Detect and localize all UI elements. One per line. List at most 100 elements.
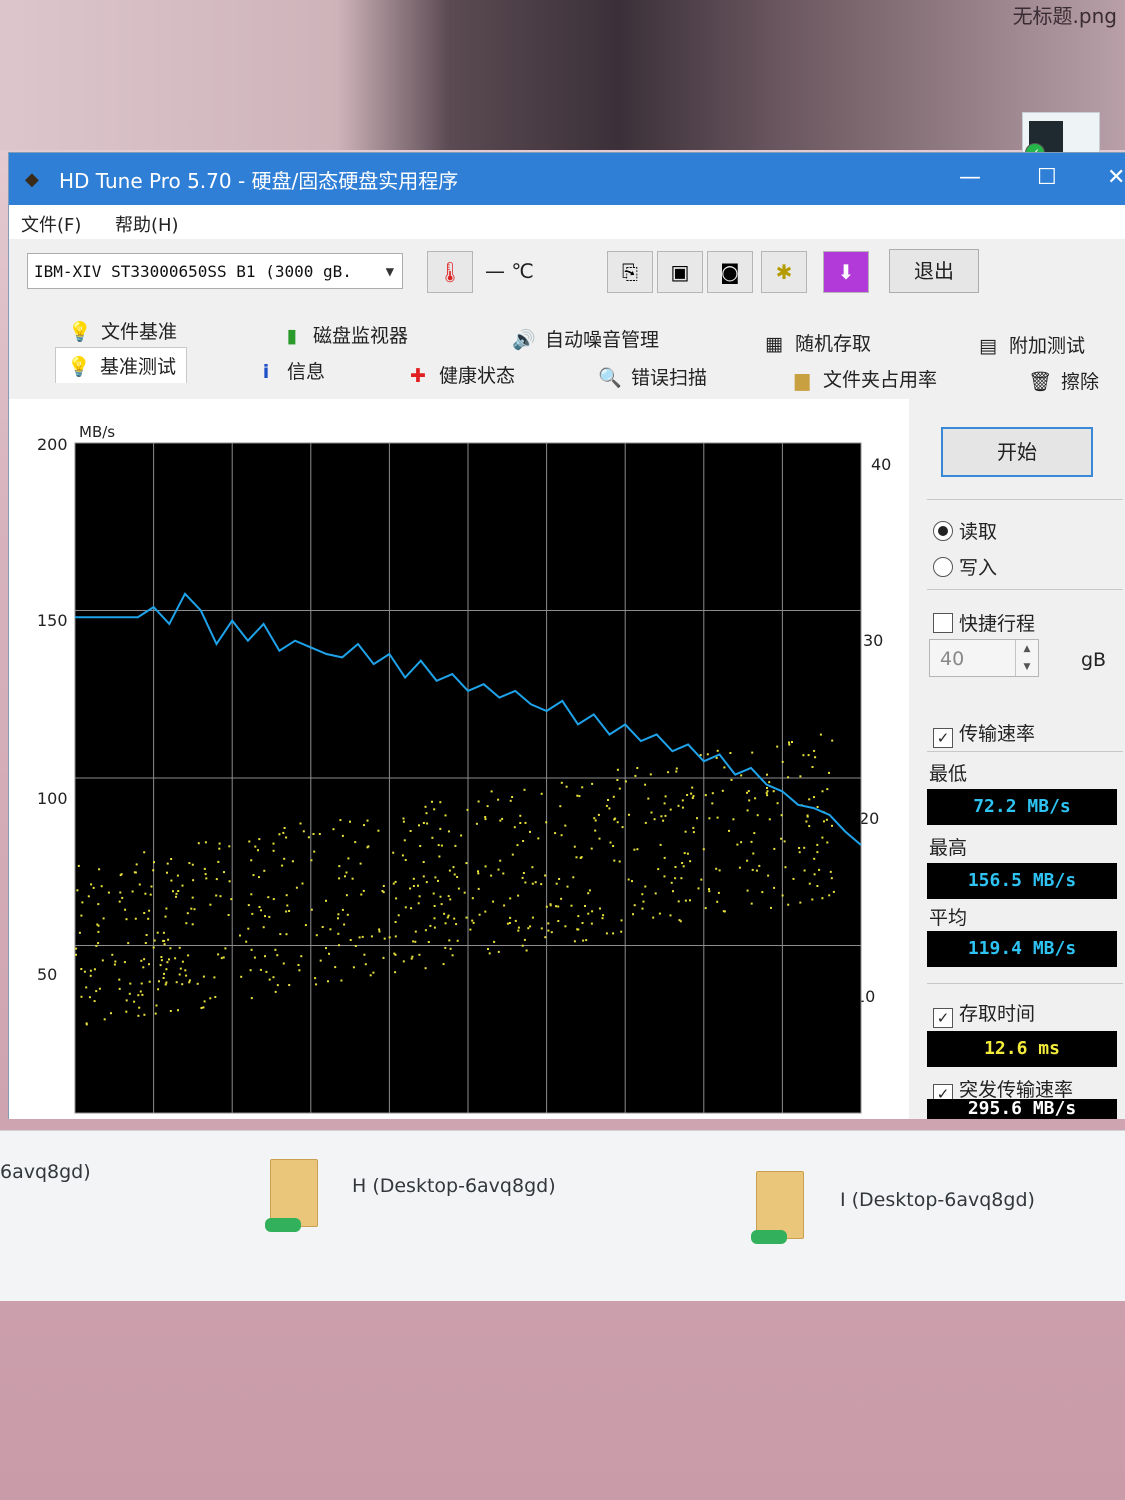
divider [927, 751, 1123, 752]
drive-select[interactable]: IBM-XIV ST33000650SS B1 (3000 gB. ▼ [27, 253, 403, 289]
access-time-point [654, 892, 657, 895]
access-time-point [767, 874, 770, 877]
access-time-point [168, 958, 170, 961]
access-time-point [497, 950, 500, 953]
access-time-point [143, 912, 146, 914]
access-time-point [286, 904, 289, 907]
access-time-point [369, 974, 372, 977]
access-time-point [167, 938, 170, 941]
access-time-point [140, 982, 143, 985]
access-time-point [798, 851, 801, 854]
access-time-point [162, 931, 165, 934]
explorer-item[interactable]: 6avq8gd) [0, 1161, 91, 1183]
access-time-point [580, 856, 583, 859]
access-time-point [828, 894, 831, 897]
access-time-point [502, 872, 505, 875]
access-time-point [85, 1022, 88, 1025]
explorer-item[interactable]: I (Desktop-6avq8gd) [840, 1189, 1035, 1211]
access-time-point [188, 981, 191, 984]
access-time-point [519, 814, 522, 817]
access-time-point [138, 1006, 141, 1009]
access-time-point [338, 944, 340, 947]
tab-info[interactable]: i 信息 [253, 357, 325, 384]
exit-button[interactable]: 退出 [889, 249, 979, 293]
access-time-point [239, 934, 241, 937]
tab-aam[interactable]: 🔊 自动噪音管理 [511, 325, 659, 352]
access-time-checkbox[interactable]: ✓ 存取时间 [933, 999, 1035, 1028]
access-time-point [554, 832, 557, 835]
access-time-point [366, 846, 369, 849]
network-drive-icon[interactable] [265, 1159, 318, 1232]
access-time-point [192, 879, 195, 882]
short-stroke-checkbox[interactable]: 快捷行程 [933, 609, 1035, 636]
menu-help[interactable]: 帮助(H) [115, 211, 179, 237]
access-time-point [522, 840, 525, 842]
access-time-point [529, 925, 532, 928]
access-time-point [285, 836, 288, 839]
titlebar[interactable]: ◆ HD Tune Pro 5.70 - 硬盘/固态硬盘实用程序 — ☐ ✕ [9, 153, 1125, 205]
access-time-point [433, 808, 436, 811]
access-time-point [682, 865, 685, 868]
short-stroke-spinner[interactable]: 40 ▲ ▼ [929, 639, 1039, 677]
access-time-point [488, 952, 491, 955]
spinner-arrows-icon[interactable]: ▲ ▼ [1015, 640, 1038, 676]
access-time-point [607, 799, 609, 801]
access-time-point [439, 827, 442, 830]
close-button[interactable]: ✕ [1107, 165, 1125, 190]
access-time-point [715, 756, 718, 759]
access-time-point [127, 942, 130, 945]
tab-extra-tests[interactable]: ▤ 附加测试 [975, 331, 1085, 358]
tab-error-scan[interactable]: 🔍 错误扫描 [597, 363, 707, 390]
access-time-point [258, 876, 260, 879]
access-time-point [547, 922, 550, 925]
access-time-point [240, 975, 243, 978]
access-time-point [573, 940, 576, 943]
tab-disk-monitor[interactable]: ▮ 磁盘监视器 [279, 321, 408, 348]
access-time-point [691, 797, 694, 799]
maximize-button[interactable]: ☐ [1037, 165, 1057, 190]
minimize-button[interactable]: — [959, 165, 981, 190]
access-time-point [677, 900, 680, 903]
access-time-point [191, 896, 194, 899]
access-time-point [534, 881, 537, 884]
access-time-point [652, 916, 655, 919]
tab-health[interactable]: ✚ 健康状态 [405, 361, 515, 388]
tab-erase[interactable]: 🗑 擦除 [1027, 367, 1099, 394]
access-time-point [594, 819, 597, 822]
thermometer-icon[interactable]: 🌡 [427, 251, 473, 293]
tab-random-access[interactable]: ▦ 随机存取 [761, 329, 871, 356]
save-download-icon[interactable]: ⬇ [823, 251, 869, 293]
network-drive-icon[interactable] [751, 1171, 804, 1244]
tab-folder-usage[interactable]: ▆ 文件夹占用率 [789, 365, 937, 392]
access-time-point [805, 820, 808, 823]
access-time-point [729, 752, 732, 754]
access-time-point [466, 808, 469, 811]
copy-screenshot-button[interactable]: ▣ [657, 251, 703, 293]
copy-text-button[interactable]: ⎘ [607, 251, 653, 293]
tab-file-benchmark[interactable]: 💡 文件基准 [67, 317, 177, 344]
read-radio[interactable]: 读取 [933, 517, 997, 544]
temperature-readout: — ℃ [485, 259, 534, 283]
camera-icon[interactable]: ◙ [707, 251, 753, 293]
tab-benchmark[interactable]: 💡 基准测试 [55, 347, 188, 383]
access-time-point [160, 956, 163, 958]
access-time-point [156, 931, 159, 934]
burst-rate-value: 295.6 MB/s [927, 1099, 1117, 1119]
options-icon[interactable]: ✱ [761, 251, 807, 293]
access-time-point [264, 915, 266, 918]
access-time-point [620, 930, 623, 933]
explorer-item[interactable]: H (Desktop-6avq8gd) [352, 1175, 556, 1197]
access-time-point [788, 743, 791, 746]
access-time-point [566, 885, 569, 888]
write-radio[interactable]: 写入 [933, 553, 997, 580]
start-button[interactable]: 开始 [941, 427, 1093, 477]
access-time-point [75, 947, 78, 950]
access-time-point [700, 878, 703, 881]
transfer-rate-checkbox[interactable]: ✓ 传输速率 [933, 719, 1035, 748]
access-time-point [478, 913, 481, 916]
menu-file[interactable]: 文件(F) [21, 211, 81, 237]
radio-unchecked-icon [933, 557, 953, 577]
access-time-point [249, 969, 252, 972]
access-time-point [818, 868, 821, 871]
access-time-point [281, 864, 284, 867]
